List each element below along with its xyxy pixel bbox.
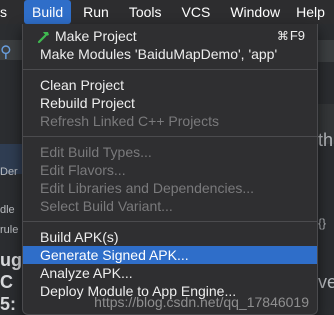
menu-item-edit-libraries: Edit Libraries and Dependencies... [23, 179, 317, 197]
menu-item-rebuild-project[interactable]: Rebuild Project [23, 94, 317, 112]
console-text: C [0, 272, 13, 292]
menu-item-label: Make Project [55, 28, 137, 44]
menu-item-select-build-variant: Select Build Variant... [23, 197, 317, 215]
menu-separator [23, 136, 317, 137]
menu-item-label: Make Modules 'BaiduMapDemo', 'app' [40, 46, 278, 62]
menu-item-label: Generate Signed APK... [40, 247, 189, 263]
toolbar-strip [318, 40, 334, 62]
menu-bar: s Build Run Tools VCS Window Help [0, 0, 334, 24]
ide-right-background: th {} ve [318, 24, 334, 315]
menu-item-label: Refresh Linked C++ Projects [40, 113, 219, 129]
menu-item-refresh-linked-cpp: Refresh Linked C++ Projects [23, 112, 317, 130]
menu-item-label: Deploy Module to App Engine... [40, 283, 237, 299]
menu-item-label: Edit Build Types... [40, 144, 152, 160]
menu-item-generate-signed-apk[interactable]: Generate Signed APK... [23, 246, 317, 264]
menu-item-build-apks[interactable]: Build APK(s) [23, 228, 317, 246]
file-tree-item[interactable]: rule [0, 224, 18, 236]
menu-item-label: Rebuild Project [40, 95, 135, 111]
shortcut-label: ⌘F9 [276, 28, 305, 43]
ide-left-background: ⚲ Der dle rule ug C 5: [0, 24, 22, 315]
build-menu: Make Project ⌘F9 Make Modules 'BaiduMapD… [22, 24, 318, 315]
console-text: ug [0, 250, 22, 270]
menu-separator [23, 69, 317, 70]
menu-item-label: Edit Flavors... [40, 162, 126, 178]
menu-item-analyze-apk[interactable]: Analyze APK... [23, 264, 317, 282]
menu-item-clean-project[interactable]: Clean Project [23, 76, 317, 94]
menubar-item-help[interactable]: Help [290, 0, 331, 24]
code-braces-icon[interactable]: {} [318, 216, 326, 230]
menu-separator [23, 221, 317, 222]
menu-item-label: Build APK(s) [40, 229, 119, 245]
menu-item-label: Edit Libraries and Dependencies... [40, 180, 255, 196]
menu-item-label: Analyze APK... [40, 265, 133, 281]
menu-item-label: Select Build Variant... [40, 198, 173, 214]
menubar-item-run[interactable]: Run [73, 0, 119, 24]
menu-item-deploy-module[interactable]: Deploy Module to App Engine... [23, 282, 317, 300]
console-text: 5: [0, 294, 17, 314]
menu-item-edit-build-types: Edit Build Types... [23, 143, 317, 161]
console-text: ve [318, 272, 334, 292]
menu-item-make-modules[interactable]: Make Modules 'BaiduMapDemo', 'app' [23, 45, 317, 63]
menubar-item-tools-partial[interactable]: s [0, 0, 22, 24]
menu-item-make-project[interactable]: Make Project ⌘F9 [23, 27, 317, 45]
menu-item-edit-flavors: Edit Flavors... [23, 161, 317, 179]
editor-tab-label[interactable]: Der [0, 166, 18, 178]
editor-text: th [318, 130, 334, 150]
menubar-item-build[interactable]: Build [24, 0, 72, 24]
search-icon: ⚲ [0, 44, 12, 61]
file-tree-item[interactable]: dle [0, 204, 15, 216]
menubar-item-window[interactable]: Window [220, 0, 290, 24]
menubar-item-vcs[interactable]: VCS [172, 0, 221, 24]
menu-item-label: Clean Project [40, 77, 125, 93]
menubar-item-tools[interactable]: Tools [119, 0, 172, 24]
